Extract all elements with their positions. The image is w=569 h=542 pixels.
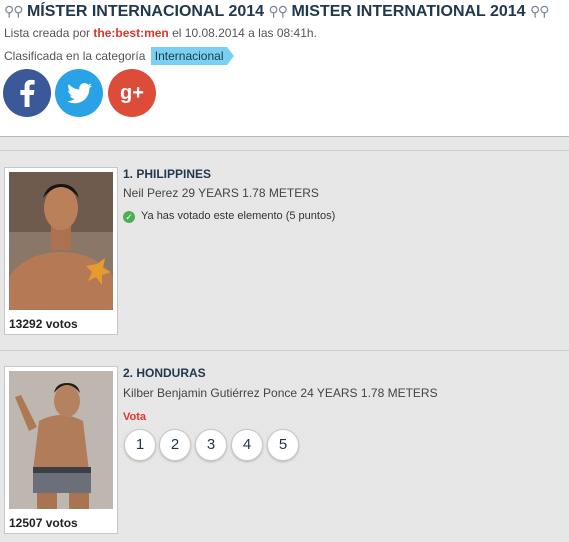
- divider: [0, 150, 569, 151]
- check-icon: ✓: [123, 211, 135, 223]
- item-title[interactable]: 1. PHILIPPINES: [123, 167, 211, 181]
- google-plus-icon: g+: [120, 82, 144, 104]
- candidate-photo: [9, 371, 113, 509]
- category-line: Clasificada en la categoría Internaciona…: [4, 47, 235, 65]
- meta-prefix: Lista creada por: [4, 26, 91, 40]
- gender-symbol-icon: ⚲⚲: [4, 3, 23, 19]
- vote-button-4[interactable]: 4: [231, 429, 263, 461]
- vote-button-3[interactable]: 3: [195, 429, 227, 461]
- page-title-spanish: MÍSTER INTERNACIONAL 2014: [26, 3, 265, 20]
- vote-count: 13292 votos: [9, 317, 78, 331]
- candidate-photo: [9, 172, 113, 310]
- item-description: Neil Perez 29 YEARS 1.78 METERS: [123, 186, 319, 200]
- candidate-card[interactable]: 12507 votos: [4, 366, 118, 534]
- vote-label: Vota: [123, 411, 147, 423]
- author-link[interactable]: the:best:men: [93, 26, 168, 40]
- google-plus-share-button[interactable]: g+: [108, 69, 156, 117]
- vote-button-2[interactable]: 2: [159, 429, 191, 461]
- category-prefix: Clasificada en la categoría: [4, 49, 146, 63]
- item-description: Kilber Benjamin Gutiérrez Ponce 24 YEARS…: [123, 386, 438, 400]
- gender-symbol-icon: ⚲⚲: [530, 3, 549, 19]
- meta-date: el 10.08.2014 a las 08:41h.: [172, 26, 317, 40]
- vote-button-1[interactable]: 1: [124, 429, 156, 461]
- twitter-icon: [67, 83, 92, 104]
- candidate-card[interactable]: 13292 votos: [4, 167, 118, 335]
- category-tag[interactable]: Internacional: [150, 47, 235, 65]
- gender-symbol-icon: ⚲⚲: [268, 3, 288, 19]
- list-meta: Lista creada por the:best:men el 10.08.2…: [4, 26, 317, 40]
- list-header: ⚲⚲ MÍSTER INTERNACIONAL 2014 ⚲⚲ MISTER I…: [0, 0, 569, 136]
- voted-status: ✓ Ya has votado este elemento (5 puntos): [123, 210, 335, 223]
- twitter-share-button[interactable]: [55, 69, 103, 117]
- voted-message: Ya has votado este elemento (5 puntos): [141, 210, 336, 222]
- page-title: ⚲⚲ MÍSTER INTERNACIONAL 2014 ⚲⚲ MISTER I…: [4, 3, 550, 21]
- divider: [0, 350, 569, 351]
- svg-text:g+: g+: [120, 82, 144, 104]
- vote-count: 12507 votos: [9, 516, 78, 530]
- facebook-icon: [20, 79, 35, 107]
- vote-button-5[interactable]: 5: [267, 429, 299, 461]
- page-title-english: MISTER INTERNATIONAL 2014: [291, 3, 526, 20]
- facebook-share-button[interactable]: [3, 69, 51, 117]
- ranking-list: 13292 votos 1. PHILIPPINES Neil Perez 29…: [0, 136, 569, 542]
- item-title[interactable]: 2. HONDURAS: [123, 366, 206, 380]
